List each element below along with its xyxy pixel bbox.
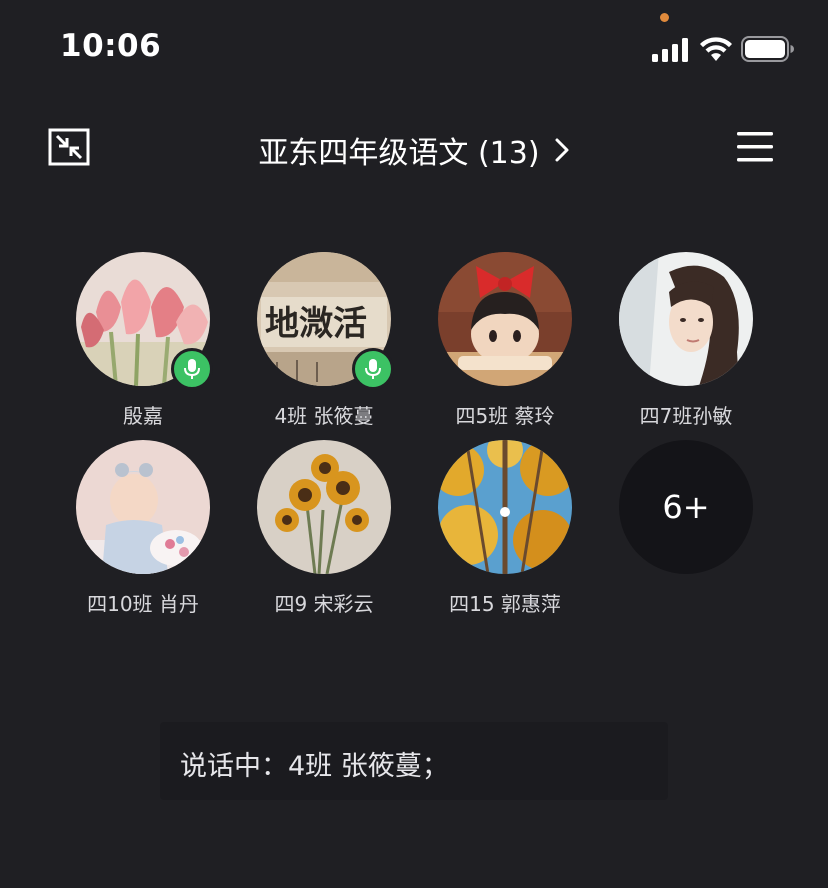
portrait-image bbox=[619, 252, 753, 386]
avatar bbox=[438, 252, 572, 386]
speaking-text: 说话中：4班 张筱蔓； bbox=[180, 751, 449, 782]
baby-image bbox=[76, 440, 210, 574]
privacy-indicator-dot bbox=[660, 13, 669, 22]
group-title: 亚东四年级语文 (13) bbox=[258, 136, 540, 171]
anime-girl-image bbox=[438, 252, 572, 386]
microphone-icon bbox=[184, 359, 200, 379]
member-tile[interactable]: 殷嘉 bbox=[53, 252, 233, 429]
sunflowers-image bbox=[257, 440, 391, 574]
member-name: 四9 宋彩云 bbox=[274, 592, 374, 616]
voice-call-screen: 10:06 亚东四年级语文 (13) 殷嘉 地溦活 4班 张筱蔓 四5班 蔡玲 … bbox=[0, 0, 828, 888]
avatar bbox=[76, 440, 210, 574]
member-name: 4班 张筱蔓 bbox=[274, 404, 374, 428]
member-tile[interactable]: 四5班 蔡玲 bbox=[415, 252, 595, 429]
battery-icon bbox=[741, 36, 794, 62]
member-tile[interactable]: 四9 宋彩云 bbox=[234, 440, 414, 617]
speaking-mic-badge bbox=[352, 348, 394, 390]
more-members-count: 6+ bbox=[619, 440, 753, 574]
member-tile[interactable]: 四10班 肖丹 bbox=[53, 440, 233, 617]
signal-icon bbox=[652, 38, 688, 62]
member-tile[interactable]: 四7班孙敏 bbox=[596, 252, 776, 429]
member-name: 四10班 肖丹 bbox=[87, 592, 199, 616]
avatar bbox=[619, 252, 753, 386]
speaking-banner: 说话中：4班 张筱蔓； bbox=[160, 722, 668, 800]
member-tile[interactable]: 地溦活 4班 张筱蔓 bbox=[234, 252, 414, 429]
microphone-icon bbox=[365, 359, 381, 379]
wifi-icon bbox=[700, 37, 732, 61]
avatar bbox=[257, 440, 391, 574]
member-name: 四15 郭惠萍 bbox=[449, 592, 561, 616]
speaking-mic-badge bbox=[171, 348, 213, 390]
group-title-button[interactable]: 亚东四年级语文 (13) bbox=[160, 128, 668, 172]
nav-bar: 亚东四年级语文 (13) bbox=[0, 110, 828, 186]
status-time: 10:06 bbox=[60, 28, 162, 64]
more-members-button[interactable]: 6+ bbox=[596, 440, 776, 574]
minimize-icon[interactable] bbox=[48, 128, 90, 166]
member-name: 四7班孙敏 bbox=[639, 404, 733, 428]
avatar bbox=[438, 440, 572, 574]
chevron-right-icon bbox=[555, 138, 569, 162]
member-name: 殷嘉 bbox=[123, 404, 163, 428]
status-bar: 10:06 bbox=[0, 0, 828, 96]
autumn-trees-image bbox=[438, 440, 572, 574]
svg-text:地溦活: 地溦活 bbox=[265, 304, 367, 344]
menu-icon[interactable] bbox=[736, 130, 774, 164]
member-name: 四5班 蔡玲 bbox=[455, 404, 555, 428]
member-tile[interactable]: 四15 郭惠萍 bbox=[415, 440, 595, 617]
